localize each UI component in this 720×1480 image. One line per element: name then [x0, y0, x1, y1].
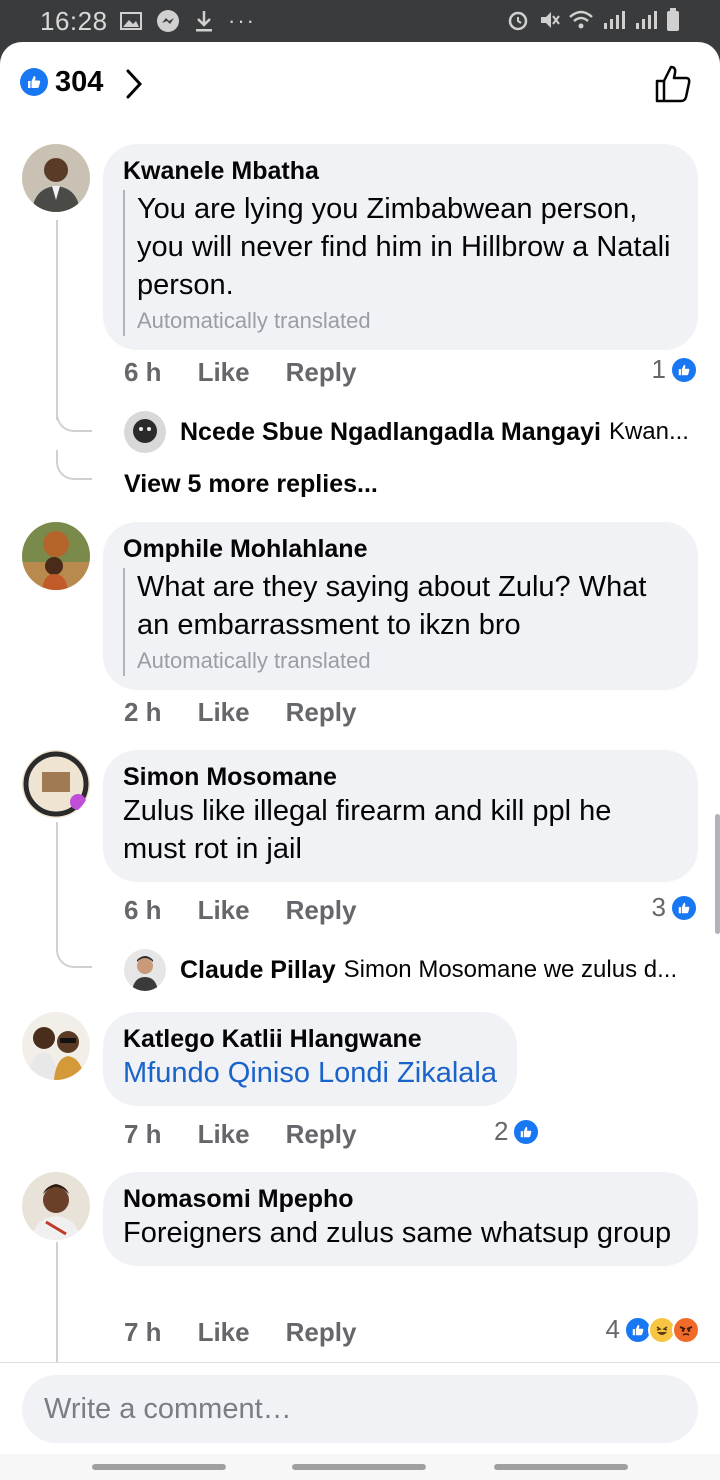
avatar	[124, 411, 166, 453]
scrollbar[interactable]	[715, 814, 720, 934]
system-nav-bar	[0, 1454, 720, 1480]
status-left-icons: ···	[120, 8, 256, 34]
chevron-right-icon[interactable]	[124, 68, 144, 100]
thread-line	[56, 822, 58, 942]
reaction-summary[interactable]: 3	[652, 892, 698, 923]
like-button[interactable]: Like	[198, 697, 250, 728]
reply-button[interactable]: Reply	[286, 1119, 357, 1150]
comment-text: Foreigners and zulus same whatsup group	[123, 1217, 672, 1249]
like-reaction-icon	[512, 1117, 541, 1146]
reply-snippet: Simon Mosomane we zulus d...	[343, 956, 678, 983]
reply-author: Ncede Sbue Ngadlangadla Mangayi	[180, 417, 601, 446]
angry-reaction-icon	[672, 1315, 700, 1344]
reactions-header: 304	[0, 42, 720, 128]
wifi-icon	[569, 10, 593, 29]
thread-line	[56, 220, 58, 420]
nav-back-button[interactable]	[494, 1464, 628, 1470]
comment-actions: 6 h Like Reply	[124, 354, 392, 390]
avatar[interactable]	[22, 1012, 90, 1080]
comment-author[interactable]: Nomasomi Mpepho	[123, 1184, 678, 1214]
gallery-icon	[120, 12, 142, 30]
like-reaction-icon	[670, 893, 698, 922]
reaction-count: 1	[651, 354, 666, 384]
auto-translated-label[interactable]: Automatically translated	[137, 306, 678, 336]
mute-icon	[541, 12, 560, 28]
comment-bubble[interactable]: Katlego Katlii Hlangwane Mfundo Qiniso L…	[103, 1012, 517, 1106]
reply-button[interactable]: Reply	[286, 1317, 357, 1348]
view-more-replies[interactable]: View 5 more replies...	[124, 470, 378, 499]
tagged-users-link[interactable]: Mfundo Qiniso Londi Zikalala	[123, 1054, 497, 1092]
status-time: 16:28	[40, 6, 108, 36]
reply-preview[interactable]: Ncede Sbue Ngadlangadla Mangayi Kwan...	[124, 410, 704, 454]
comments-sheet: 304 Kwanele Mbatha You are lying you Zim…	[0, 42, 720, 1480]
reaction-summary[interactable]: 4	[606, 1314, 700, 1345]
avatar[interactable]	[22, 750, 90, 818]
nav-home-button[interactable]	[292, 1464, 426, 1470]
comment-actions: 6 h Like Reply	[124, 892, 392, 928]
battery-icon	[667, 8, 679, 31]
reply-button[interactable]: Reply	[286, 895, 357, 926]
reply-button[interactable]: Reply	[286, 357, 357, 388]
comment-bubble[interactable]: Nomasomi Mpepho Foreigners and zulus sam…	[103, 1172, 698, 1266]
comment-input[interactable]	[22, 1375, 698, 1443]
download-icon	[196, 11, 212, 32]
comment-bubble[interactable]: Kwanele Mbatha You are lying you Zimbabw…	[103, 144, 698, 350]
alarm-icon	[508, 11, 528, 31]
like-reaction-icon	[20, 68, 48, 96]
comment-text: You are lying you Zimbabwean person, you…	[137, 193, 671, 301]
comment-author[interactable]: Kwanele Mbatha	[123, 156, 678, 186]
reaction-summary[interactable]: 1	[652, 354, 698, 385]
translated-block: You are lying you Zimbabwean person, you…	[123, 190, 678, 336]
like-button[interactable]: Like	[198, 357, 250, 388]
avatar[interactable]	[22, 1172, 90, 1240]
thread-connector	[56, 938, 92, 968]
like-reaction-icon	[670, 355, 698, 384]
messenger-icon	[157, 10, 179, 32]
avatar	[124, 949, 166, 991]
reaction-count: 2	[494, 1116, 509, 1146]
comment-time: 6 h	[124, 894, 162, 925]
comment-bubble[interactable]: Simon Mosomane Zulus like illegal firear…	[103, 750, 698, 882]
like-button[interactable]: Like	[198, 895, 250, 926]
nav-recents-button[interactable]	[92, 1464, 226, 1470]
comment-actions: 2 h Like Reply	[124, 694, 392, 730]
like-button[interactable]: Like	[198, 1317, 250, 1348]
comment-author[interactable]: Katlego Katlii Hlangwane	[123, 1024, 497, 1054]
reaction-count: 3	[651, 892, 666, 922]
comment-author[interactable]: Simon Mosomane	[123, 762, 678, 792]
reaction-count[interactable]: 304	[55, 66, 103, 99]
comment-actions: 7 h Like Reply	[124, 1116, 392, 1152]
like-button[interactable]: Like	[198, 1119, 250, 1150]
comment-text: What are they saying about Zulu? What an…	[137, 571, 647, 641]
status-right-icons	[506, 8, 680, 32]
translated-block: What are they saying about Zulu? What an…	[123, 568, 678, 676]
signal-icon-1	[604, 11, 625, 29]
comment-bubble[interactable]: Omphile Mohlahlane What are they saying …	[103, 522, 698, 690]
comment-time: 6 h	[124, 356, 162, 387]
thread-connector	[56, 402, 92, 432]
comment-author[interactable]: Omphile Mohlahlane	[123, 534, 678, 564]
thumbs-up-outline-icon[interactable]	[654, 64, 692, 104]
reaction-summary[interactable]: 2	[494, 1116, 541, 1147]
comment-time: 7 h	[124, 1118, 162, 1149]
reply-author: Claude Pillay	[180, 955, 336, 984]
signal-icon-2	[636, 11, 657, 29]
comment-time: 2 h	[124, 696, 162, 727]
thread-connector	[56, 450, 92, 480]
status-bar: 16:28 ···	[0, 0, 720, 42]
comment-time: 7 h	[124, 1316, 162, 1347]
comment-actions: 7 h Like Reply	[124, 1314, 392, 1350]
avatar[interactable]	[22, 144, 90, 212]
auto-translated-label[interactable]: Automatically translated	[137, 646, 678, 676]
avatar[interactable]	[22, 522, 90, 590]
reply-snippet: Kwan...	[608, 418, 689, 445]
reply-preview[interactable]: Claude Pillay Simon Mosomane we zulus d.…	[124, 948, 704, 992]
reaction-count: 4	[605, 1314, 620, 1344]
more-notifications-icon: ···	[228, 8, 256, 33]
reply-button[interactable]: Reply	[286, 697, 357, 728]
comment-text: Zulus like illegal firearm and kill ppl …	[123, 795, 612, 865]
thread-line	[56, 1242, 58, 1372]
